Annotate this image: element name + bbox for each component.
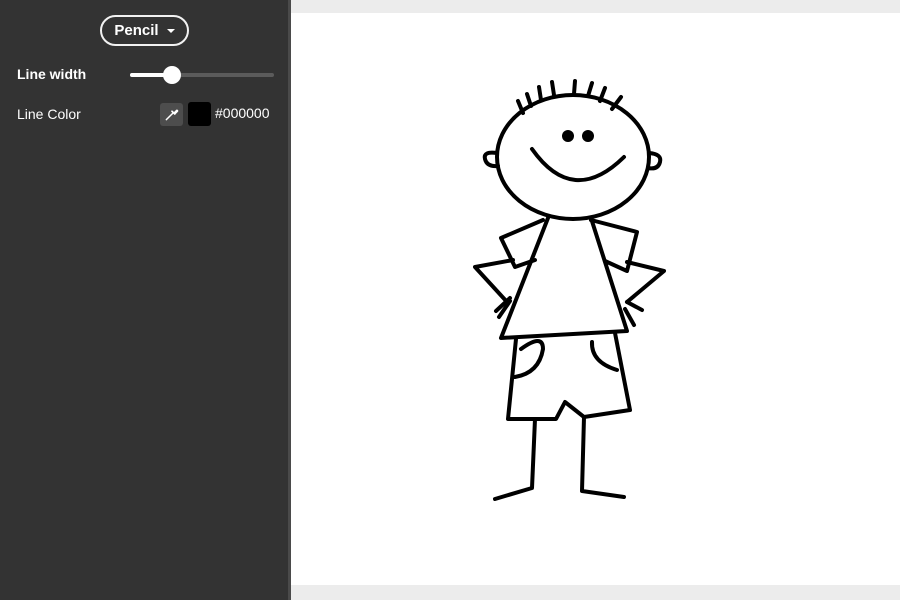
line-width-slider[interactable] xyxy=(130,66,274,84)
eyedropper-icon xyxy=(165,109,179,121)
tool-select-label: Pencil xyxy=(114,22,159,39)
line-color-label: Line Color xyxy=(17,106,81,122)
line-width-slider-thumb[interactable] xyxy=(162,66,181,84)
caret-down-icon xyxy=(166,29,175,33)
tool-select-button[interactable]: Pencil xyxy=(100,15,189,46)
line-color-hex: #000000 xyxy=(215,105,270,121)
eyedropper-button[interactable] xyxy=(160,103,183,126)
stick-figure-drawing xyxy=(473,79,666,501)
tool-sidebar: Pencil Line width Line Color #000000 xyxy=(0,0,288,600)
line-width-label: Line width xyxy=(17,66,87,82)
drawing-canvas[interactable] xyxy=(291,13,900,585)
line-color-swatch[interactable] xyxy=(188,102,211,126)
